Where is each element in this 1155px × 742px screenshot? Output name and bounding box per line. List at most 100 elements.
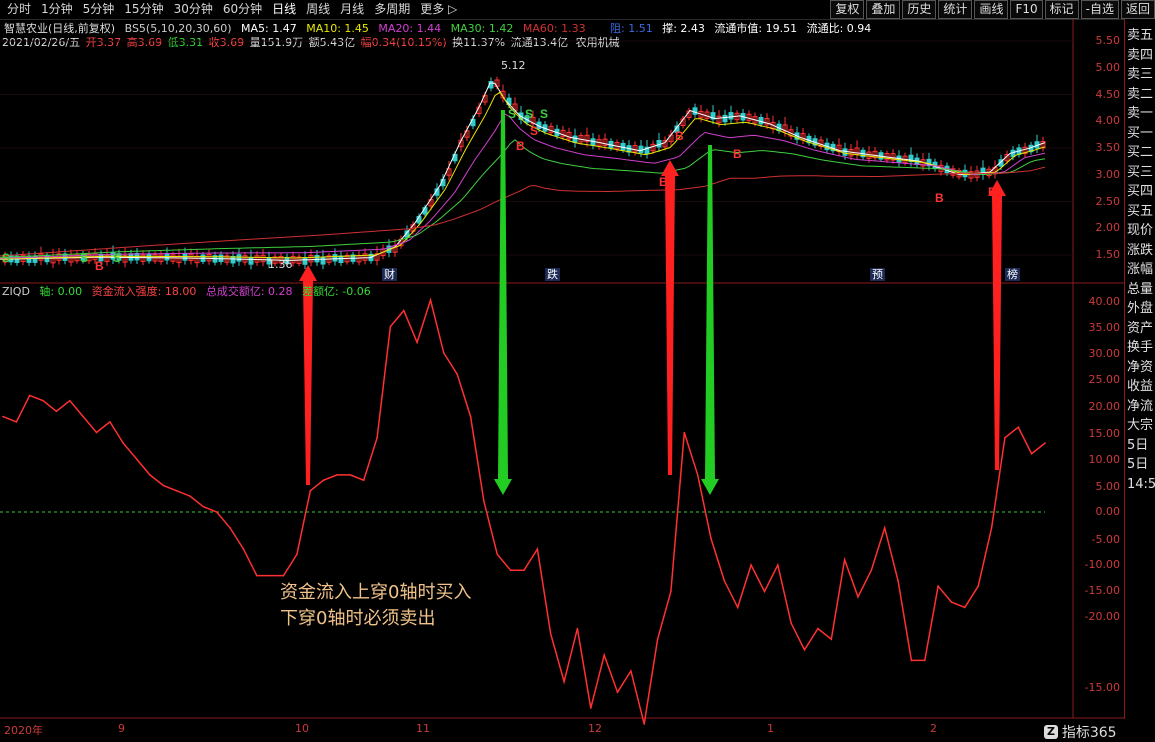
indicator-tick-label: 15.00 <box>1088 427 1121 440</box>
back-button[interactable]: 返回 <box>1120 0 1155 19</box>
quote-panel-label[interactable]: 换手 <box>1127 339 1153 357</box>
inflow-point <box>296 553 298 556</box>
inflow-point <box>536 548 539 550</box>
inflow-point <box>843 558 846 561</box>
indicator-tick-label: 0.00 <box>1095 505 1121 518</box>
inflow-point <box>109 421 111 423</box>
quote-panel-label[interactable]: 净资 <box>1127 359 1153 377</box>
inflow-point <box>496 553 499 556</box>
candle-body <box>302 257 308 265</box>
inflow-point <box>509 569 512 572</box>
inflow-point <box>1044 442 1046 444</box>
stock-chart-window: 分时 1分钟 5分钟 15分钟 30分钟 60分钟 日线 周线 月线 多周期 更… <box>0 0 1155 741</box>
indicator-tick-label: -20.00 <box>1084 610 1120 623</box>
quote-panel-label[interactable]: 买三 <box>1127 164 1153 182</box>
quote-panel-label[interactable]: 涨跌 <box>1127 242 1153 260</box>
inflow-point <box>870 569 873 572</box>
buy-sell-marker: B <box>935 191 944 205</box>
inflow-point <box>630 670 632 672</box>
inflow-point <box>443 352 445 354</box>
quote-panel-label[interactable]: 卖三 <box>1127 66 1153 84</box>
difference-amount: 差额亿: -0.06 <box>302 285 371 298</box>
inflow-point <box>229 527 231 529</box>
buy-sell-marker: S <box>530 124 538 138</box>
total-amount: 总成交额亿: 0.28 <box>205 285 293 298</box>
event-tag-earnings[interactable]: 财 <box>382 268 397 281</box>
signal-arrows <box>299 110 1006 495</box>
candle-body <box>332 254 338 262</box>
indicator-tick-label: 25.00 <box>1088 373 1121 386</box>
inflow-point <box>456 373 459 376</box>
buy-sell-marker: B <box>675 129 684 143</box>
inflow-point <box>857 596 859 598</box>
inflow-point <box>42 399 44 402</box>
quote-panel-label[interactable]: 大宗 <box>1127 417 1153 435</box>
indicator-tick-label: 30.00 <box>1088 347 1121 360</box>
quote-panel-label[interactable]: 资产 <box>1127 320 1153 338</box>
inflow-point <box>937 585 939 587</box>
inflow-point <box>309 490 312 492</box>
date-label: 2 <box>930 722 937 735</box>
candle-body <box>314 254 320 263</box>
inflow-point <box>135 458 138 460</box>
quote-panel-label[interactable]: 卖四 <box>1127 47 1153 65</box>
inflow-point <box>28 394 31 397</box>
candle-body <box>128 253 134 261</box>
quote-panel-label[interactable]: 买一 <box>1127 125 1153 143</box>
candle-body <box>248 257 254 265</box>
inflow-point <box>2 415 4 418</box>
price-tick-label: 3.50 <box>1095 141 1121 154</box>
inflow-point <box>897 580 899 582</box>
quote-panel-label[interactable]: 现价 <box>1127 222 1153 240</box>
inflow-point <box>977 585 979 587</box>
quote-panel-label[interactable]: 卖二 <box>1127 86 1153 104</box>
price-tick-label: 4.00 <box>1095 114 1121 128</box>
chart-canvas[interactable]: SSBSSSSSBBBBBB <box>0 0 1124 739</box>
high-price-label: 5.12 <box>501 59 526 72</box>
inflow-point <box>696 474 699 476</box>
event-tag-list[interactable]: 榜 <box>1005 268 1020 281</box>
indicator-title[interactable]: ZIQD <box>2 285 30 298</box>
quote-panel-label[interactable]: 14:5 <box>1127 476 1155 494</box>
quote-panel-label[interactable]: 总量 <box>1127 281 1153 299</box>
quote-panel-label[interactable]: 买五 <box>1127 203 1153 221</box>
inflow-point <box>777 564 779 566</box>
date-label: 12 <box>588 722 602 735</box>
buy-sell-marker: S <box>525 107 533 121</box>
inflow-point <box>242 548 245 550</box>
inflow-point <box>950 601 953 603</box>
inflow-point <box>69 399 71 402</box>
quote-panel-label[interactable]: 买二 <box>1127 144 1153 162</box>
buy-sell-marker: B <box>733 147 742 161</box>
indicator-chart <box>0 297 1046 725</box>
buy-sell-marker: S <box>113 251 121 265</box>
buy-arrow <box>661 160 679 475</box>
price-tick-label: 4.50 <box>1095 87 1121 101</box>
quote-panel-label[interactable]: 外盘 <box>1127 300 1153 318</box>
quote-panel-label[interactable]: 净流 <box>1127 398 1153 416</box>
buy-arrow <box>988 180 1006 470</box>
quote-panel-label[interactable]: 收益 <box>1127 378 1153 396</box>
quote-panel-label[interactable]: 买四 <box>1127 183 1153 201</box>
event-tag-drop[interactable]: 跌 <box>545 268 560 281</box>
event-tag-forecast[interactable]: 预 <box>870 268 885 281</box>
inflow-point <box>282 574 285 577</box>
quote-panel-label[interactable]: 5日 <box>1127 456 1148 474</box>
quote-panel-label[interactable]: 卖五 <box>1127 27 1153 45</box>
date-label: 2020年 <box>4 724 43 737</box>
inflow-point <box>376 437 378 439</box>
quote-panel-label[interactable]: 卖一 <box>1127 105 1153 123</box>
buy-sell-marker: S <box>540 107 548 121</box>
inflow-point <box>750 564 752 566</box>
date-label: 1 <box>767 722 774 735</box>
moving-average-line <box>0 82 1046 261</box>
quote-panel-label[interactable]: 涨幅 <box>1127 261 1153 279</box>
buy-sell-marker: S <box>2 251 10 265</box>
quote-panel-label[interactable]: 5日 <box>1127 437 1148 455</box>
price-tick-label: 2.50 <box>1095 194 1121 208</box>
inflow-point <box>1017 426 1020 429</box>
moving-average-line <box>0 166 1046 257</box>
inflow-point <box>590 707 592 709</box>
inflow-point <box>322 479 325 482</box>
indicator-tick-label: -15.00 <box>1084 584 1120 597</box>
